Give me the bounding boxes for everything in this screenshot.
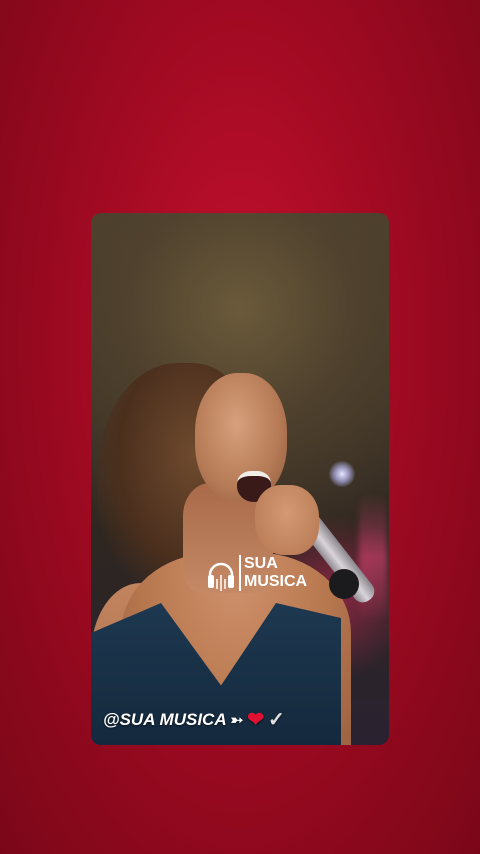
logo-line-2: MUSICA <box>244 573 308 590</box>
singer-hand <box>255 485 319 555</box>
logo-text: SUA MUSICA <box>239 555 307 591</box>
stage-light-streak <box>359 493 387 623</box>
sua-musica-logo: SUA MUSICA <box>207 553 307 593</box>
story-media-card[interactable]: SUA MUSICA @SUA MUSICA ➳ ❤ ✓ <box>91 213 389 745</box>
check-icon: ✓ <box>267 709 285 731</box>
caption-text: @SUA MUSICA <box>103 709 227 729</box>
arrow-right-icon: ➳ <box>230 711 244 729</box>
logo-line-1: SUA <box>244 555 278 572</box>
story-caption[interactable]: @SUA MUSICA ➳ ❤ ✓ <box>103 707 285 732</box>
microphone-head <box>329 569 359 599</box>
stage-light <box>329 461 355 487</box>
headphones-icon <box>208 562 234 591</box>
heart-icon: ❤ <box>247 709 264 731</box>
